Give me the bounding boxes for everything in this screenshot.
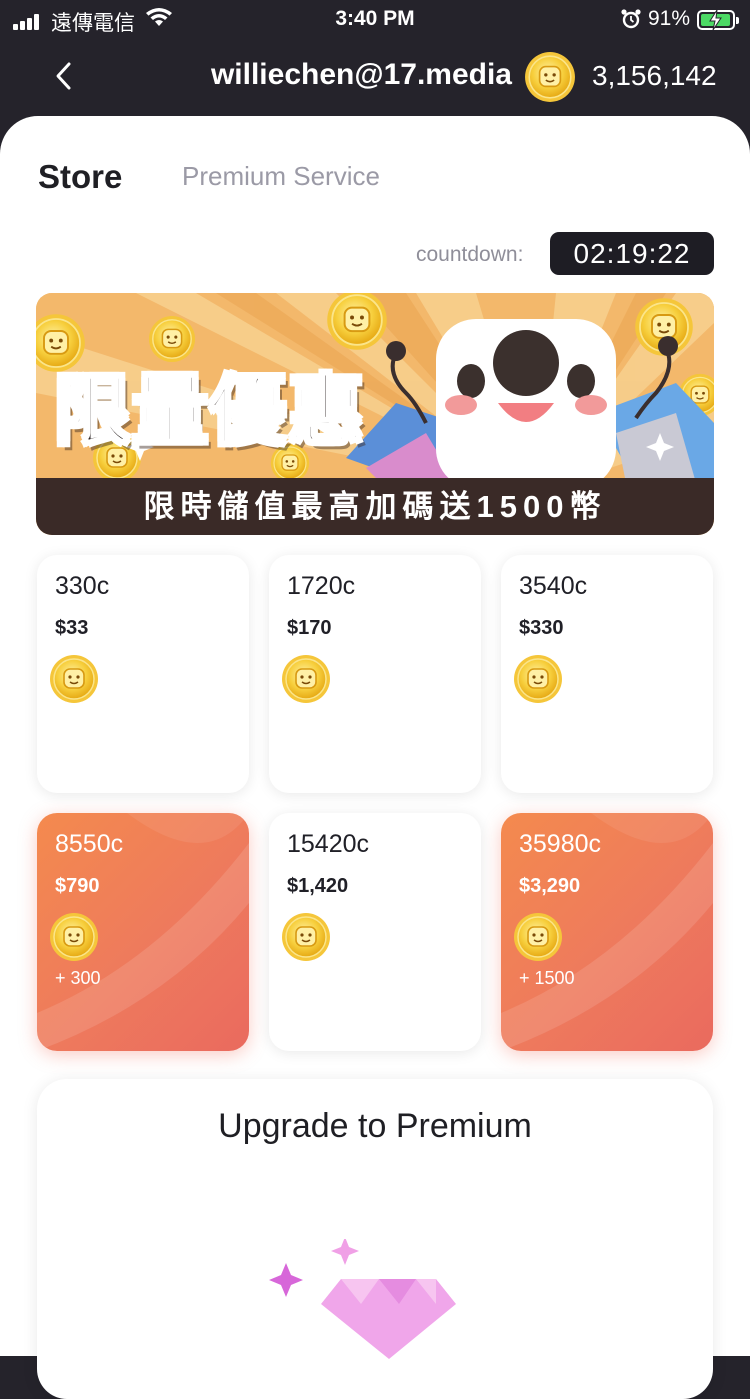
package-coins: 8550c	[55, 830, 124, 858]
package-coins: 15420c	[287, 830, 370, 858]
coin-icon	[281, 912, 331, 967]
package-card-1720c[interactable]: 1720c $170	[269, 555, 481, 793]
status-bar: 遠傳電信 3:40 PM 91%	[0, 6, 750, 36]
battery-percent: 91%	[648, 7, 691, 30]
banner-subtitle: 限時儲值最高加碼送1500幣	[36, 478, 714, 535]
alarm-icon	[620, 8, 642, 36]
chevron-left-icon	[56, 62, 71, 90]
tab-premium-service[interactable]: Premium Service	[182, 161, 380, 192]
premium-title: Upgrade to Premium	[218, 1107, 532, 1145]
package-card-15420c[interactable]: 15420c $1,420	[269, 813, 481, 1051]
countdown-timer: 02:19:22	[550, 232, 714, 275]
package-bonus: + 1500	[519, 968, 575, 988]
package-bonus: + 300	[55, 968, 101, 988]
account-email: williechen@17.media	[210, 58, 512, 91]
banner-title: 限量優惠	[53, 368, 366, 456]
coin-icon	[524, 51, 576, 108]
package-card-8550c[interactable]: 8550c $790 + 300	[37, 813, 249, 1051]
package-price: $790	[55, 875, 100, 897]
package-card-3540c[interactable]: 3540c $330	[501, 555, 713, 793]
package-price: $170	[287, 617, 332, 639]
tab-store[interactable]: Store	[38, 158, 122, 196]
diamond-icon	[269, 1239, 456, 1359]
package-coins: 1720c	[287, 572, 356, 600]
promo-banner[interactable]: 限量優惠 限時儲值最高加碼送1500幣	[36, 293, 714, 535]
coin-balance: 3,156,142	[592, 60, 717, 91]
premium-upgrade-card[interactable]: Upgrade to Premium	[37, 1079, 713, 1399]
coin-icon	[281, 654, 331, 709]
package-price: $1,420	[287, 875, 349, 897]
package-price: $33	[55, 617, 89, 639]
package-price: $330	[519, 617, 564, 639]
coin-icon	[513, 654, 563, 709]
package-coins: 330c	[55, 572, 110, 600]
countdown-label: countdown:	[416, 243, 524, 266]
package-card-35980c[interactable]: 35980c $3,290 + 1500	[501, 813, 713, 1051]
package-coins: 35980c	[519, 830, 602, 858]
coin-icon	[49, 654, 99, 709]
package-coins: 3540c	[519, 572, 588, 600]
back-button[interactable]	[52, 60, 76, 92]
battery-charging-icon	[697, 10, 739, 30]
coin-icon	[49, 912, 99, 967]
store-sheet: Store Premium Service countdown: 02:19:2…	[0, 116, 750, 1399]
package-card-330c[interactable]: 330c $33	[37, 555, 249, 793]
package-price: $3,290	[519, 875, 581, 897]
coin-icon	[513, 912, 563, 967]
